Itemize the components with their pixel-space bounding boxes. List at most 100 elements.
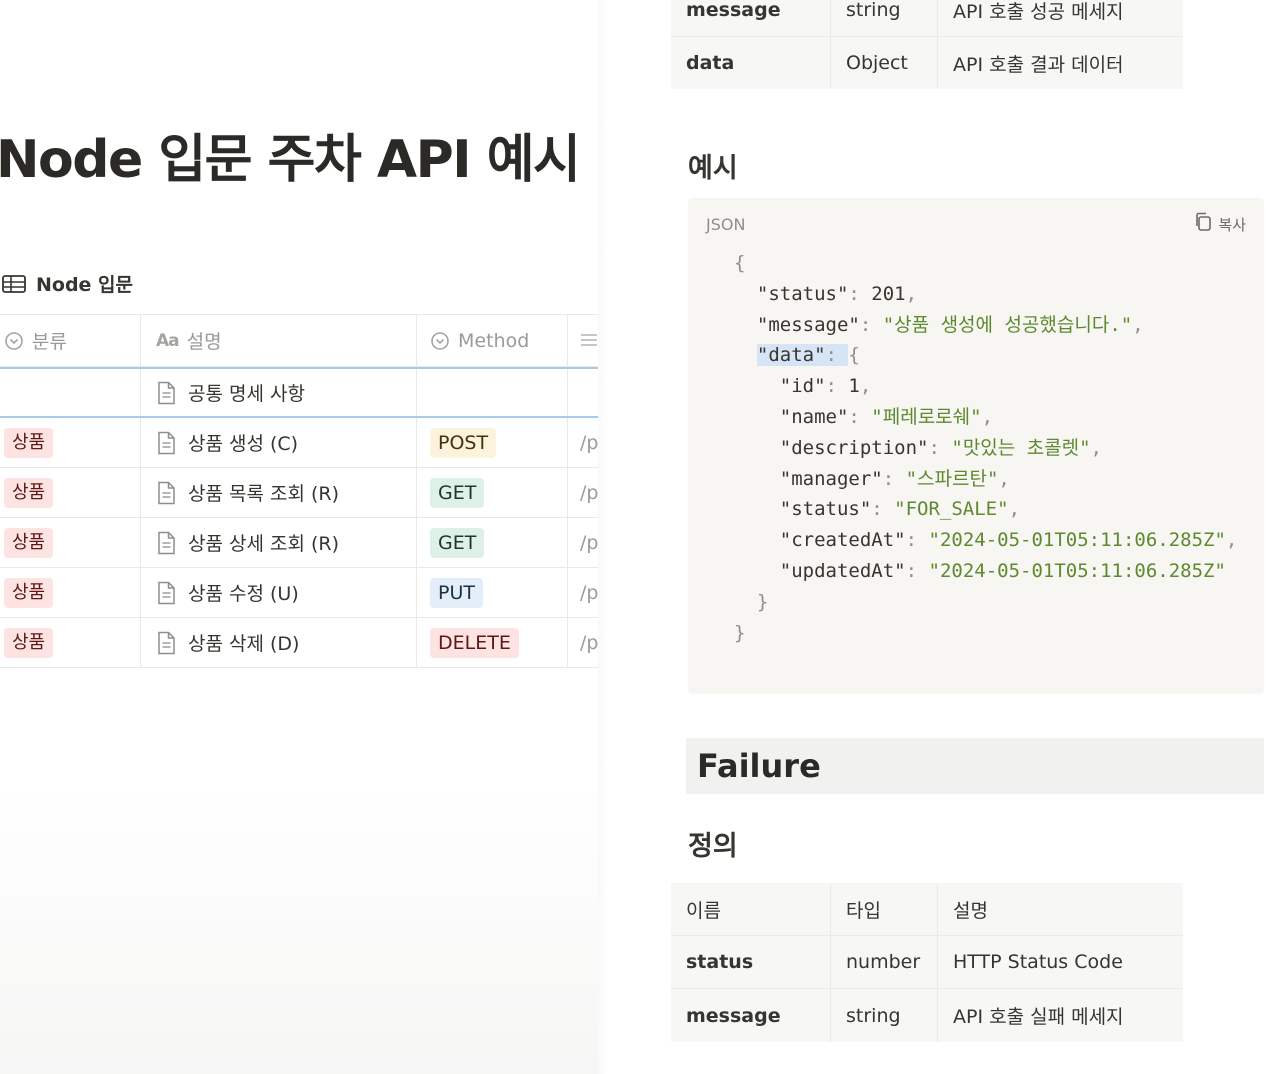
method-cell[interactable]: PUT [417, 568, 568, 617]
column-header-label: Method [458, 329, 530, 352]
description-cell[interactable]: 상품 생성 (C) [141, 418, 417, 467]
text-property-icon [580, 329, 598, 353]
category-cell[interactable]: 상품 [0, 618, 141, 667]
code-key: "message" [756, 313, 860, 336]
database-title-label: Node 입문 [36, 274, 134, 296]
table-row[interactable]: 상품 상품 삭제 (D) DELETE /p [0, 618, 598, 668]
code-key: "status" [756, 282, 849, 305]
method-cell[interactable]: DELETE [417, 618, 568, 667]
description-cell[interactable]: 공통 명세 사항 [141, 369, 417, 416]
method-cell[interactable] [417, 369, 568, 416]
code-value: "맛있는 초콜렛" [951, 436, 1091, 459]
code-key: "createdAt" [779, 529, 906, 552]
description-cell[interactable]: 상품 삭제 (D) [141, 618, 417, 667]
table-row: message string API 호출 실패 메세지 [671, 989, 1183, 1042]
path-cell[interactable]: /p [568, 518, 598, 567]
field-name: message [671, 0, 831, 36]
field-description: API 호출 결과 데이터 [953, 53, 1124, 76]
table-row: data Object API 호출 결과 데이터 [671, 37, 1183, 89]
code-content[interactable]: { "status": 201, "message": "상품 생성에 성공했습… [734, 248, 1237, 648]
path-cell[interactable]: /p [568, 418, 598, 467]
category-cell[interactable]: 상품 [0, 468, 141, 517]
table-header-row: 이름 타입 설명 [671, 883, 1183, 936]
code-token: } [734, 621, 746, 644]
description-cell[interactable]: 상품 수정 (U) [141, 568, 417, 617]
column-header-type: 타입 [831, 883, 938, 935]
page-icon [156, 381, 178, 405]
path-cell[interactable] [568, 369, 598, 416]
database-title[interactable]: Node 입문 [2, 270, 133, 297]
path-cell[interactable]: /p [568, 468, 598, 517]
table-row[interactable]: 상품 상품 상세 조회 (R) GET /p [0, 518, 598, 568]
column-header-method[interactable]: Method [417, 315, 568, 366]
column-header-category[interactable]: 분류 [0, 315, 141, 366]
code-value: "페레로로쉐" [871, 405, 982, 428]
path-cell[interactable]: /p [568, 568, 598, 617]
select-property-icon [4, 331, 24, 351]
definition-heading: 정의 [688, 831, 738, 862]
table-row[interactable]: 공통 명세 사항 [0, 367, 598, 418]
code-key: "manager" [779, 467, 883, 490]
code-value: "2024-05-01T05:11:06.285Z" [928, 529, 1226, 552]
method-cell[interactable]: GET [417, 468, 568, 517]
code-key: "data" [756, 344, 826, 367]
code-block[interactable]: JSON 복사 { "status": 201, "message": "상품 … [688, 198, 1264, 694]
page-icon [156, 631, 178, 655]
column-header-description[interactable]: Aa 설명 [141, 315, 417, 366]
table-row[interactable]: 상품 상품 생성 (C) POST /p [0, 418, 598, 468]
table-row[interactable]: 상품 상품 수정 (U) PUT /p [0, 568, 598, 618]
select-property-icon [430, 331, 450, 351]
code-key: "updatedAt" [779, 559, 906, 582]
category-tag: 상품 [4, 577, 54, 608]
path-text: /p [580, 581, 598, 604]
category-tag: 상품 [4, 527, 54, 558]
row-title: 상품 상세 조회 (R) [188, 533, 340, 555]
database-table: 분류 Aa 설명 Method 공통 명세 사항 상품 상품 생성 (C) PO… [0, 314, 598, 668]
column-header-label: 분류 [32, 331, 67, 353]
method-tag: GET [430, 527, 485, 558]
copy-button[interactable]: 복사 [1194, 212, 1246, 236]
path-text: /p [580, 481, 598, 504]
column-header-path[interactable] [568, 315, 598, 366]
table-row: status number HTTP Status Code [671, 936, 1183, 989]
category-cell[interactable] [0, 369, 141, 416]
table-row[interactable]: 상품 상품 목록 조회 (R) GET /p [0, 468, 598, 518]
category-tag: 상품 [4, 427, 54, 458]
copy-label: 복사 [1218, 215, 1246, 234]
page-icon [156, 581, 178, 605]
code-key: "status" [779, 498, 872, 521]
method-tag: PUT [430, 577, 483, 608]
field-name: message [671, 989, 831, 1042]
example-heading: 예시 [688, 153, 738, 184]
row-title: 상품 삭제 (D) [188, 633, 300, 655]
field-description: HTTP Status Code [953, 951, 1123, 973]
method-cell[interactable]: GET [417, 518, 568, 567]
code-key: "name" [779, 405, 849, 428]
path-cell[interactable]: /p [568, 618, 598, 667]
field-type: string [831, 0, 938, 36]
page-title: Node 입문 주차 API 예시 [0, 130, 581, 190]
code-value: "상품 생성에 성공했습니다." [882, 313, 1133, 336]
column-header-name: 이름 [671, 883, 831, 935]
copy-icon [1194, 212, 1212, 236]
category-cell[interactable]: 상품 [0, 568, 141, 617]
description-cell[interactable]: 상품 목록 조회 (R) [141, 468, 417, 517]
database-page-pane: Node 입문 주차 API 예시 Node 입문 분류 Aa 설명 Metho… [0, 0, 598, 1074]
success-definition-table: message string API 호출 성공 메세지 data Object… [671, 0, 1183, 89]
method-cell[interactable]: POST [417, 418, 568, 467]
category-cell[interactable]: 상품 [0, 518, 141, 567]
table-header-row: 분류 Aa 설명 Method [0, 314, 598, 367]
field-type: string [831, 989, 938, 1042]
description-cell[interactable]: 상품 상세 조회 (R) [141, 518, 417, 567]
category-cell[interactable]: 상품 [0, 418, 141, 467]
code-language-label[interactable]: JSON [706, 215, 745, 234]
column-header-label: 설명 [186, 331, 222, 353]
code-value: "2024-05-01T05:11:06.285Z" [928, 559, 1226, 582]
table-icon [2, 274, 26, 294]
path-text: /p [580, 431, 598, 454]
code-value: "스파르탄" [905, 467, 999, 490]
path-text: /p [580, 531, 598, 554]
category-tag: 상품 [4, 477, 54, 508]
page-icon [156, 481, 178, 505]
column-header-description: 설명 [953, 899, 988, 922]
